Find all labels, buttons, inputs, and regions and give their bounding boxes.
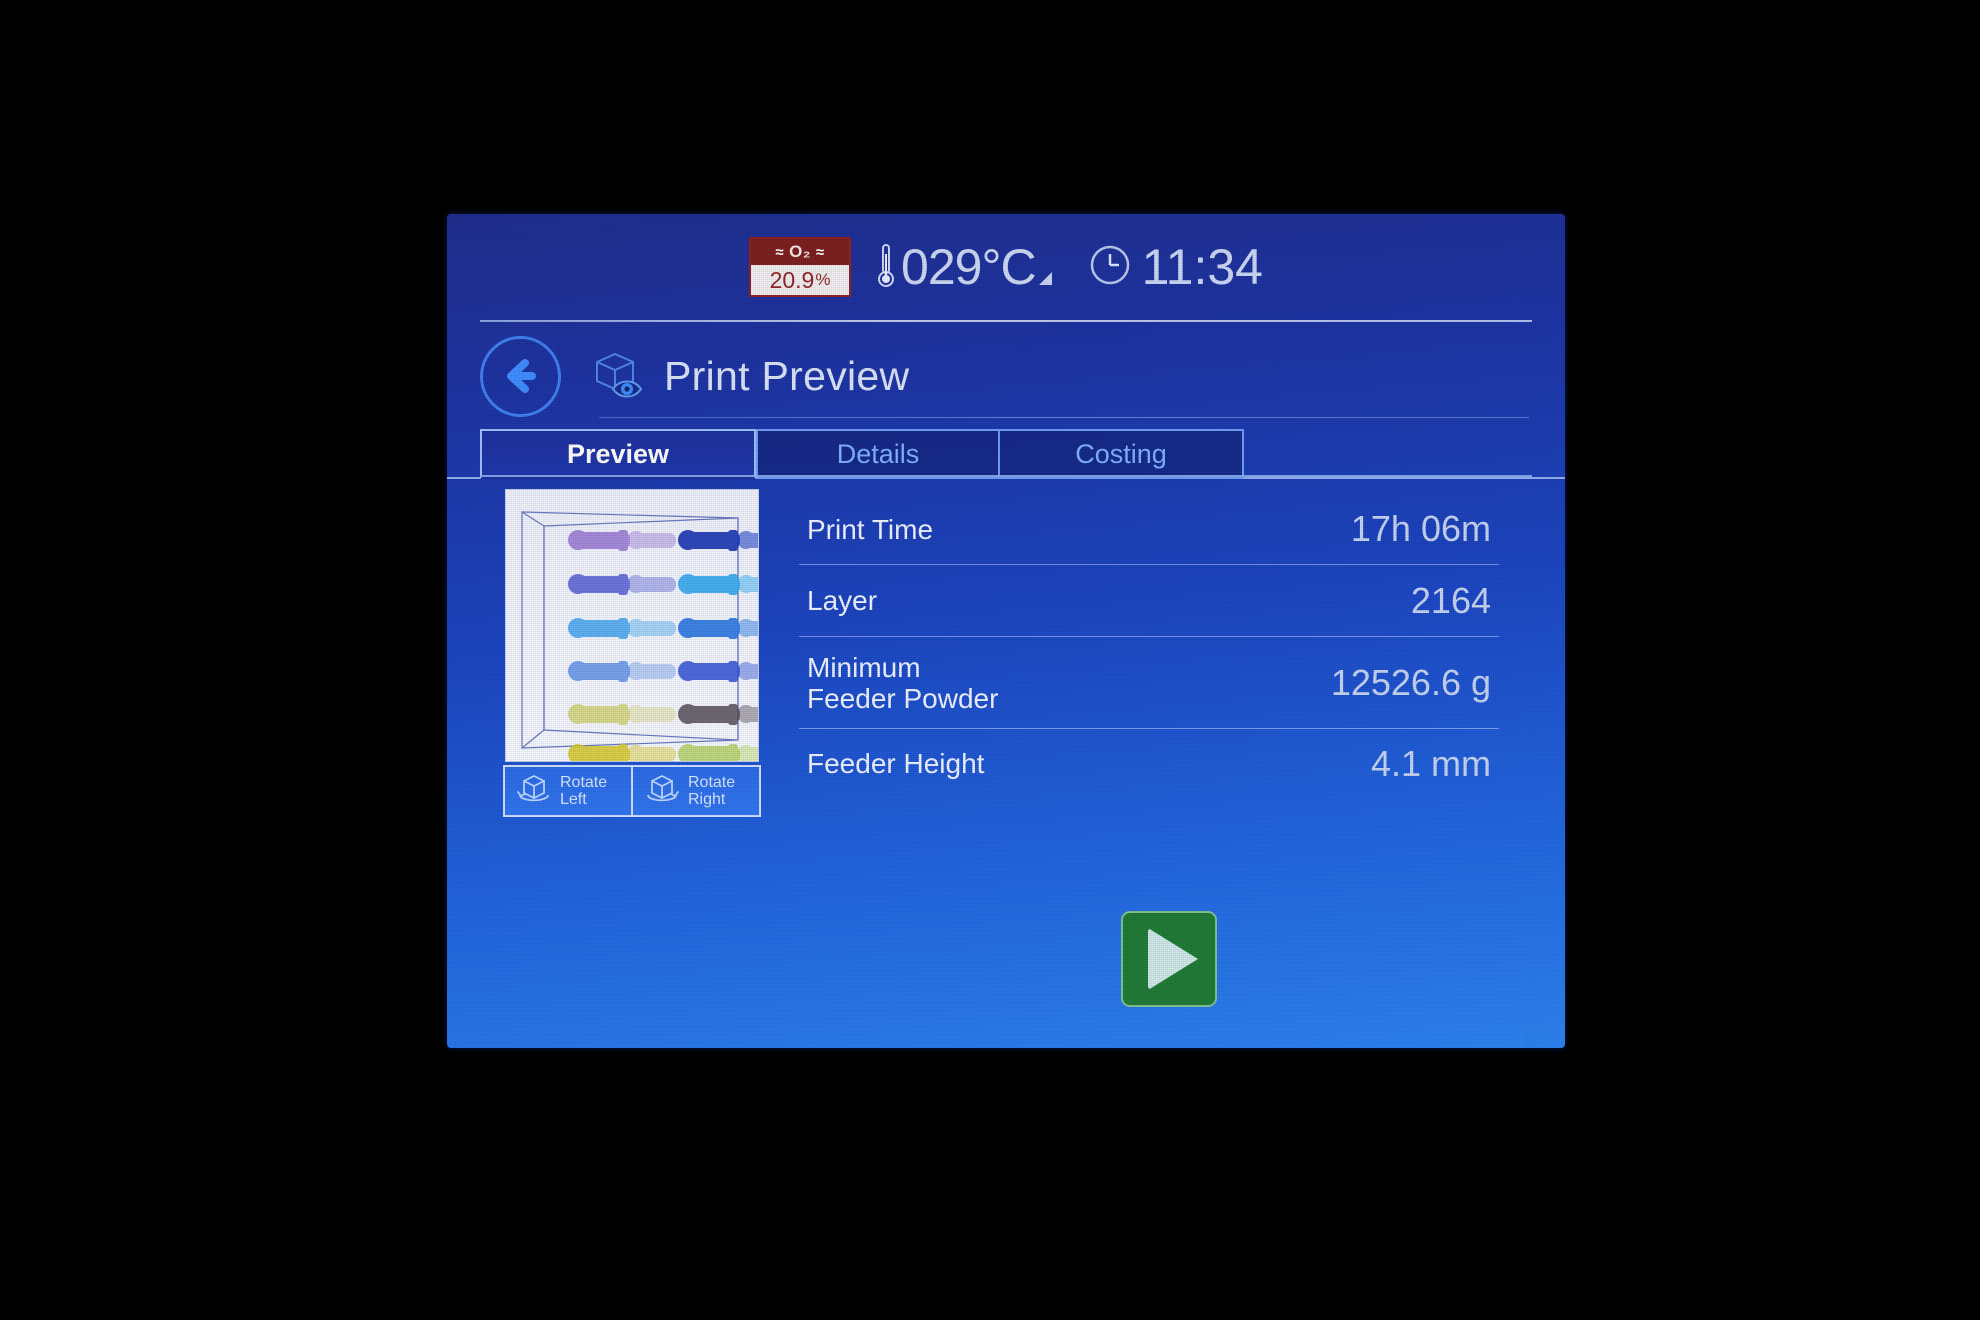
tab-costing-label: Costing (1075, 438, 1167, 469)
table-row: Minimum Feeder Powder 12526.6 g (799, 636, 1499, 728)
info-value-minimum-feeder-powder: 12526.6 g (1330, 661, 1491, 703)
title-row: Print Preview (447, 332, 1565, 420)
info-key-layer: Layer (807, 585, 878, 616)
tab-details[interactable]: Details (756, 429, 1000, 479)
info-key-feeder-height: Feeder Height (807, 748, 985, 779)
tab-left-spacer (447, 477, 480, 479)
thermometer-icon (875, 240, 897, 295)
tab-bar: Preview Details Costing (447, 426, 1565, 479)
rotate-left-line1: Rotate (560, 774, 608, 791)
tab-right-spacer (1244, 477, 1565, 479)
temperature-value: 029 (901, 239, 982, 295)
back-arrow-icon (506, 359, 536, 393)
info-value-feeder-height: 4.1 mm (1370, 742, 1491, 784)
print-info-table: Print Time 17h 06m Layer 2164 Minimum Fe… (799, 494, 1499, 798)
oxygen-badge-header: ≈ O₂ ≈ (751, 239, 850, 265)
temperature-readout: 029 °C (875, 240, 1052, 295)
tab-preview[interactable]: Preview (480, 429, 756, 479)
title-divider (599, 417, 1529, 418)
screenshot-root: ≈ O₂ ≈ 20.9% 029 °C 11:34 Print Preview … (0, 0, 1980, 1320)
rotate-left-line2: Left (560, 791, 587, 808)
oxygen-value-wrap: 20.9% (751, 265, 849, 295)
tab-costing[interactable]: Costing (1000, 429, 1244, 479)
status-bar: ≈ O₂ ≈ 20.9% 029 °C 11:34 (447, 214, 1565, 320)
printer-touchscreen: ≈ O₂ ≈ 20.9% 029 °C 11:34 Print Preview … (447, 214, 1565, 1048)
waves-icon: ≈ (815, 243, 825, 261)
table-row: Feeder Height 4.1 mm (799, 728, 1499, 798)
rotate-right-cube-icon (642, 769, 682, 814)
status-divider (480, 320, 1532, 322)
rotate-right-line1: Rotate (688, 774, 736, 791)
tab-underline (480, 475, 1532, 477)
temperature-trend-icon (1038, 271, 1052, 285)
page-title: Print Preview (664, 352, 910, 399)
info-value-layer: 2164 (1410, 579, 1491, 621)
tab-details-label: Details (836, 438, 920, 469)
clock-readout: 11:34 (1088, 242, 1263, 292)
rotate-left-button[interactable]: Rotate Left (505, 767, 631, 815)
clock-time: 11:34 (1141, 239, 1263, 295)
rotate-right-button[interactable]: Rotate Right (631, 767, 759, 815)
start-print-button[interactable] (1121, 911, 1217, 1007)
back-button[interactable] (480, 335, 561, 417)
rotate-right-line2: Right (688, 791, 726, 808)
rotate-left-label: Rotate Left (560, 774, 607, 808)
rotate-button-row: Rotate Left Rotate Right (503, 765, 761, 817)
clock-icon (1088, 243, 1132, 292)
oxygen-label: O₂ (789, 242, 811, 261)
play-icon (1148, 928, 1198, 990)
table-row: Layer 2164 (799, 564, 1499, 636)
oxygen-badge: ≈ O₂ ≈ 20.9% (749, 237, 852, 297)
waves-icon: ≈ (775, 243, 785, 261)
rotate-left-cube-icon (514, 769, 554, 814)
info-key-print-time: Print Time (807, 513, 934, 545)
tab-preview-label: Preview (566, 438, 670, 469)
build-volume-render (506, 490, 758, 761)
table-row: Print Time 17h 06m (799, 494, 1499, 564)
oxygen-value: 20.9 (769, 266, 815, 293)
oxygen-unit: % (815, 270, 831, 289)
temperature-unit: °C (981, 239, 1036, 295)
info-value-print-time: 17h 06m (1350, 508, 1491, 549)
rotate-right-label: Rotate Right (688, 774, 735, 808)
cube-eye-icon (588, 347, 646, 405)
build-volume-viewport[interactable] (505, 489, 759, 762)
info-key-minimum-feeder-powder: Minimum Feeder Powder (807, 651, 999, 714)
